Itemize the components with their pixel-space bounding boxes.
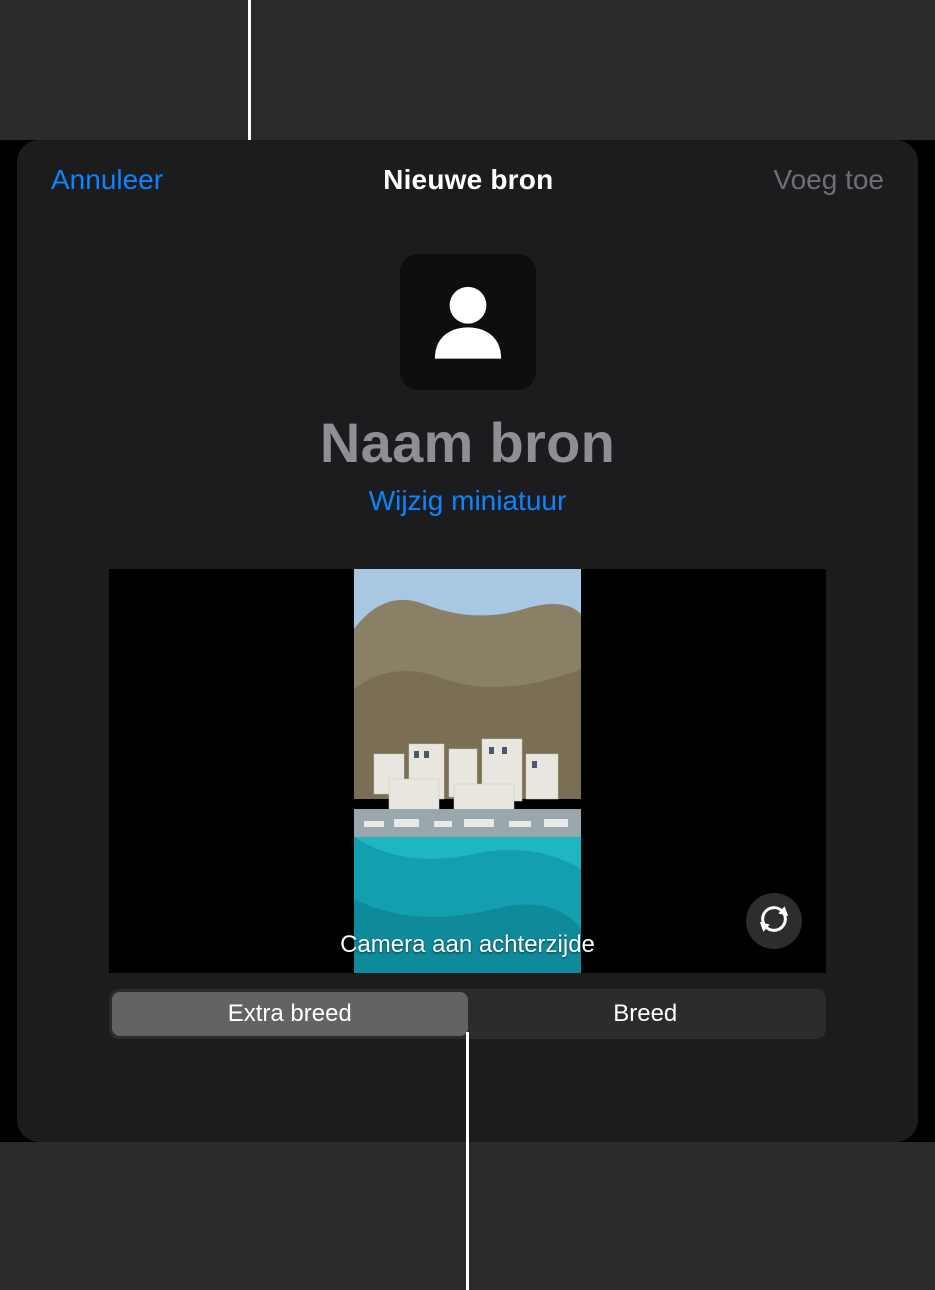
source-header: Naam bron Wijzig miniatuur bbox=[17, 254, 918, 517]
segment-extra-wide[interactable]: Extra breed bbox=[112, 992, 468, 1036]
thumbnail-placeholder[interactable] bbox=[400, 254, 536, 390]
preview-image bbox=[354, 569, 581, 973]
camera-label: Camera aan achterzijde bbox=[340, 931, 595, 959]
callout-line-bottom bbox=[466, 1032, 469, 1290]
camera-preview: Camera aan achterzijde bbox=[109, 569, 826, 973]
flip-camera-button[interactable] bbox=[746, 893, 802, 949]
cancel-button[interactable]: Annuleer bbox=[51, 164, 163, 196]
new-source-sheet: Annuleer Nieuwe bron Voeg toe Naam bron … bbox=[17, 140, 918, 1142]
edit-thumbnail-button[interactable]: Wijzig miniatuur bbox=[369, 485, 567, 517]
segment-wide[interactable]: Breed bbox=[468, 992, 824, 1036]
camera-flip-icon bbox=[757, 902, 791, 941]
person-icon bbox=[422, 274, 514, 371]
sheet-title: Nieuwe bron bbox=[383, 164, 553, 196]
source-name-input[interactable]: Naam bron bbox=[320, 410, 615, 475]
backdrop-top bbox=[0, 0, 935, 140]
add-button: Voeg toe bbox=[773, 164, 884, 196]
callout-line-top bbox=[248, 0, 251, 140]
nav-bar: Annuleer Nieuwe bron Voeg toe bbox=[17, 140, 918, 196]
